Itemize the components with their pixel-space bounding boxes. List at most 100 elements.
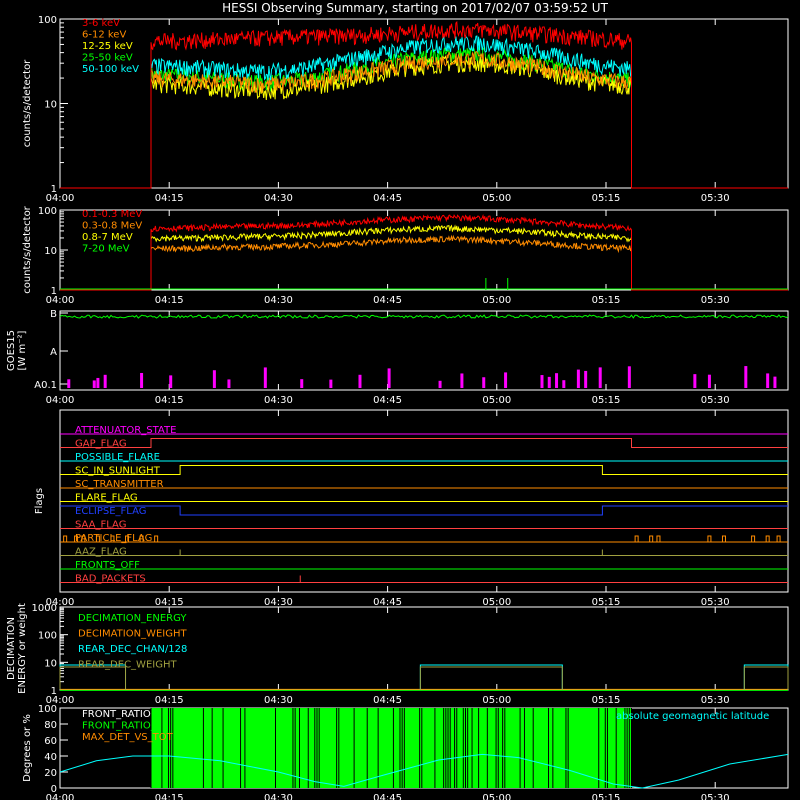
legend-entry: 12-25 keV	[82, 41, 133, 52]
series-0.8-7 MeV	[60, 224, 788, 291]
latitude-annotation: absolute geomagnetic latitude	[616, 711, 769, 722]
y-tick-label: 100	[38, 631, 57, 642]
x-tick-label: 05:30	[701, 793, 730, 800]
x-tick-label: 05:15	[592, 793, 621, 800]
legend-entry: 6-12 keV	[82, 30, 126, 41]
x-tick-label: 04:30	[264, 597, 293, 608]
panel-1: 04:00 04:15 04:30 04:45 05:00 05:15 05:3011010…	[22, 15, 789, 204]
flag-label: FLARE_FLAG	[75, 493, 138, 504]
x-tick-label: 05:15	[592, 295, 621, 306]
y-axis-label: Flags	[34, 488, 45, 514]
panel-2: 04:00 04:15 04:30 04:45 05:00 05:15 05:3011010…	[22, 205, 789, 306]
goes-event-bar	[744, 366, 748, 388]
x-tick-label: 05:00	[482, 793, 511, 800]
legend-entry: 7-20 MeV	[82, 244, 130, 255]
particle-blip	[63, 535, 68, 543]
goes-event-bar	[482, 377, 486, 388]
series-3-6 keV	[60, 20, 788, 189]
flag-line	[60, 505, 788, 516]
flag-label: ECLIPSE_FLAG	[75, 506, 146, 517]
goes-event-bar	[96, 377, 100, 388]
series-0.1-0.3 MeV	[60, 213, 788, 291]
y-tick-label: 20	[44, 768, 57, 779]
x-tick-label: 04:15	[155, 695, 184, 706]
x-tick-label: 05:00	[482, 193, 511, 204]
rear-dec-weight-window	[743, 666, 789, 690]
x-tick-label: 04:15	[155, 597, 184, 608]
y-axis-label: Degrees or %	[22, 714, 33, 782]
x-tick-label: 04:45	[373, 793, 402, 800]
flag-label: SC_IN_SUNLIGHT	[75, 466, 161, 477]
x-tick-label: 04:30	[264, 295, 293, 306]
x-tick-label: 05:00	[482, 597, 511, 608]
y-tick-label: 0	[51, 784, 57, 795]
goes-event-bar	[576, 369, 580, 388]
goes-event-bar	[92, 380, 96, 388]
goes-event-bar	[67, 379, 71, 388]
y-axis-label: [W m⁻²]	[17, 330, 28, 370]
x-tick-label: 05:30	[701, 695, 730, 706]
goes-event-bar	[438, 380, 442, 388]
flag-line	[60, 438, 788, 448]
chart-title: HESSI Observing Summary, starting on 201…	[222, 1, 608, 15]
goes-event-bar	[263, 367, 267, 388]
legend-entry: 0.8-7 MeV	[82, 232, 133, 243]
goes-event-bar	[300, 379, 304, 388]
flag-label: ATTENUATOR_STATE	[75, 425, 176, 436]
flag-label: SC_TRANSMITTER	[75, 479, 164, 490]
legend-entry: REAR_DEC_WEIGHT	[78, 660, 177, 671]
x-tick-label: 04:30	[264, 695, 293, 706]
x-tick-label: 05:15	[592, 193, 621, 204]
panel-6: 04:00 04:15 04:30 04:45 05:00 05:15 05:3002040…	[22, 704, 789, 800]
x-tick-label: 04:15	[155, 793, 184, 800]
rear-dec-chan-window	[419, 664, 563, 690]
x-tick-label: 04:45	[373, 295, 402, 306]
y-tick-label: 100	[38, 704, 57, 715]
y-tick-label: A	[50, 347, 57, 358]
goes-event-bar	[504, 372, 508, 388]
y-tick-label: 10	[44, 658, 57, 669]
y-tick-label: A0.1	[34, 380, 57, 391]
x-tick-label: 04:45	[373, 695, 402, 706]
particle-blip	[154, 535, 159, 543]
x-tick-label: 04:30	[264, 193, 293, 204]
x-tick-label: 05:00	[482, 295, 511, 306]
goes-event-bar	[547, 376, 551, 388]
y-axis-label: counts/s/detector	[22, 205, 33, 293]
legend-entry: 50-100 keV	[82, 64, 139, 75]
legend-entry: FRONT_RATIO_	[82, 721, 157, 732]
flag-label: POSSIBLE_FLARE	[75, 452, 160, 463]
y-tick-label: 10	[44, 246, 57, 257]
y-tick-label: 60	[44, 736, 57, 747]
legend-entry: DECIMATION_WEIGHT	[78, 629, 187, 640]
particle-blip	[634, 535, 639, 543]
goes-event-bar	[358, 374, 362, 388]
particle-blip	[751, 535, 756, 543]
y-axis-label: ENERGY or weight	[17, 603, 28, 694]
x-tick-label: 04:45	[373, 597, 402, 608]
goes-event-bar	[329, 379, 333, 388]
x-tick-label: 05:15	[592, 695, 621, 706]
goes-event-bar	[212, 370, 216, 388]
goes-event-bar	[766, 373, 770, 388]
goes-event-bar	[140, 372, 144, 388]
panel-5: 04:00 04:15 04:30 04:45 05:00 05:15 05:3011010…	[6, 603, 789, 706]
particle-blip	[656, 535, 661, 543]
panel-3: 04:00 04:15 04:30 04:45 05:00 05:15 05:30 A0.1 A…	[6, 309, 789, 406]
y-tick-label: 1000	[32, 603, 57, 614]
x-tick-label: 04:15	[155, 395, 184, 406]
goes-event-bar	[387, 368, 391, 388]
particle-blip	[721, 535, 726, 543]
y-tick-label: 40	[44, 752, 57, 763]
y-tick-label: 80	[44, 720, 57, 731]
x-tick-label: 04:15	[155, 295, 184, 306]
y-tick-label: 10	[44, 100, 57, 111]
flag-label: FRONTS_OFF	[75, 560, 140, 571]
goes-event-bar	[227, 379, 231, 388]
series-0.3-0.8 MeV	[60, 234, 788, 291]
hessi-summary-canvas: HESSI Observing Summary, starting on 201…	[6, 1, 789, 800]
goes-event-bar	[627, 366, 631, 388]
panels-group: 04:00 04:15 04:30 04:45 05:00 05:15 05:3011010…	[6, 15, 789, 800]
x-tick-label: 04:30	[264, 395, 293, 406]
goes-event-bar	[598, 367, 602, 388]
